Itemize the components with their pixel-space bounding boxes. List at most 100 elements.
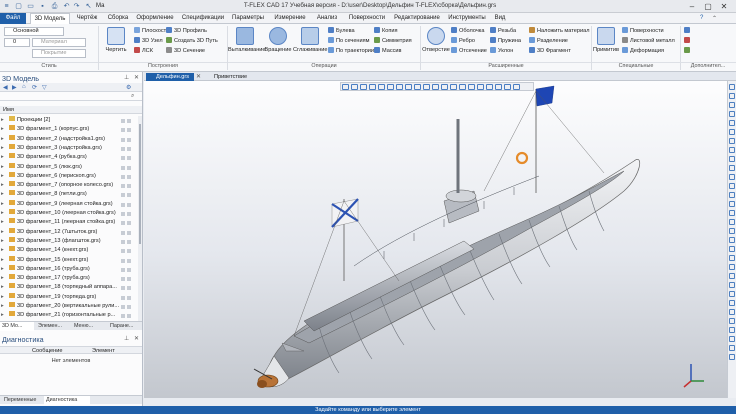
- tab-menu-panel[interactable]: Меню...: [72, 322, 106, 331]
- tree-item[interactable]: ▸ 3D фрагмент_2 (надстройка1.grs): [1, 134, 137, 143]
- view-icon[interactable]: [342, 84, 349, 90]
- view-icon[interactable]: [432, 84, 439, 90]
- view-icon[interactable]: [495, 84, 502, 90]
- new-file-icon[interactable]: ▢: [14, 2, 23, 11]
- tab-measure[interactable]: Измерение: [271, 13, 309, 24]
- visibility-icon[interactable]: [121, 174, 135, 179]
- cover-combo[interactable]: Покрытие: [32, 49, 86, 58]
- tree-item[interactable]: ▸ 3D фрагмент_16 (труба.grs): [1, 264, 137, 273]
- tab-diagnostics[interactable]: Диагностика: [44, 396, 90, 405]
- home-icon[interactable]: ⌂: [22, 84, 26, 90]
- tree-item[interactable]: ▸ 3D фрагмент_8 (петли.grs): [1, 190, 137, 198]
- tab-file[interactable]: Файл: [0, 13, 26, 24]
- tab-editing[interactable]: Редактирование: [392, 13, 442, 24]
- copy-button[interactable]: Копия: [374, 27, 398, 35]
- visibility-icon[interactable]: [121, 258, 135, 263]
- path3d-button[interactable]: Создать 3D Путь: [166, 37, 218, 45]
- tab-elements-panel[interactable]: Элемен...: [36, 322, 70, 331]
- sheet-metal-button[interactable]: Листовой металл: [622, 37, 675, 45]
- visibility-icon[interactable]: [121, 183, 135, 189]
- view-icon[interactable]: [405, 84, 412, 90]
- search-icon[interactable]: ⌕: [131, 93, 134, 100]
- minimize-icon[interactable]: –: [686, 1, 698, 12]
- tree-item[interactable]: ▸ 3D фрагмент_9 (леерная стойка.grs): [1, 199, 137, 208]
- view-icon[interactable]: [396, 84, 403, 90]
- primitives-button[interactable]: Примитив: [592, 27, 620, 54]
- expand-icon[interactable]: ▸: [1, 237, 5, 245]
- tool-icon[interactable]: [729, 327, 735, 333]
- visibility-icon[interactable]: [121, 220, 135, 226]
- draw-button[interactable]: Чертить: [100, 27, 132, 54]
- tool-icon[interactable]: [729, 192, 735, 198]
- tab-drawing[interactable]: Чертёж: [73, 13, 101, 24]
- tree-item[interactable]: ▸ 3D фрагмент_20 (вертикальные рули...: [1, 302, 137, 310]
- by-path-button[interactable]: По траектории: [328, 47, 374, 55]
- tree-item[interactable]: ▸ 3D фрагмент_21 (горизонтальные р...: [1, 311, 137, 319]
- tab-analysis[interactable]: Анализ: [312, 13, 342, 24]
- rotate-button[interactable]: Вращение: [264, 27, 292, 54]
- view-icon[interactable]: [360, 84, 367, 90]
- tool-icon[interactable]: [729, 300, 735, 306]
- view-icon[interactable]: [459, 84, 466, 90]
- boolean-button[interactable]: Булева: [328, 27, 355, 35]
- expand-icon[interactable]: ▸: [1, 163, 5, 171]
- tree-item[interactable]: ▸ Проекции [2]: [1, 116, 137, 124]
- expand-icon[interactable]: ▸: [1, 135, 5, 143]
- visibility-icon[interactable]: [121, 211, 135, 216]
- expand-icon[interactable]: ▸: [1, 209, 5, 217]
- visibility-icon[interactable]: [121, 118, 135, 123]
- tree-item[interactable]: ▸ 3D фрагмент_12 (7штыток.grs): [1, 227, 137, 236]
- close-icon[interactable]: ✕: [718, 1, 730, 12]
- rib-button[interactable]: Ребро: [451, 37, 475, 45]
- forward-icon[interactable]: ▶: [12, 84, 17, 91]
- back-icon[interactable]: ◀: [3, 84, 8, 91]
- 3d-viewport[interactable]: [144, 81, 736, 398]
- slope-button[interactable]: Уклон: [490, 47, 513, 55]
- expand-icon[interactable]: ▸: [1, 283, 5, 291]
- tool-icon[interactable]: [729, 273, 735, 279]
- tree-item[interactable]: ▸ 3D фрагмент_3 (надстройка.grs): [1, 143, 137, 152]
- filter-icon[interactable]: ▽: [42, 84, 47, 91]
- view-icon[interactable]: [486, 84, 493, 90]
- expand-icon[interactable]: ▸: [1, 144, 5, 152]
- tool-icon[interactable]: [729, 120, 735, 126]
- doc-tab-delfin[interactable]: Дельфин.grs: [146, 73, 194, 81]
- tree-item[interactable]: ▸ 3D фрагмент_10 (леерная стойка.grs): [1, 209, 137, 217]
- visibility-icon[interactable]: [121, 285, 135, 291]
- pin-icon[interactable]: ⊥: [124, 74, 129, 81]
- tool-icon[interactable]: [729, 354, 735, 360]
- tool-icon[interactable]: [729, 246, 735, 252]
- tree-item[interactable]: ▸ 3D фрагмент_18 (торпедный аппара...: [1, 283, 137, 291]
- expand-icon[interactable]: ▸: [1, 302, 5, 310]
- thread-button[interactable]: Резьба: [490, 27, 516, 35]
- tree-scrollbar[interactable]: [138, 116, 142, 322]
- by-sections-button[interactable]: По сечениям: [328, 37, 370, 45]
- visibility-icon[interactable]: [121, 165, 135, 170]
- visibility-icon[interactable]: [121, 127, 135, 133]
- apply-material-button[interactable]: Наложить материал: [529, 27, 589, 35]
- tool-icon[interactable]: [729, 219, 735, 225]
- expand-icon[interactable]: ▸: [1, 153, 5, 161]
- visibility-icon[interactable]: [121, 239, 135, 244]
- settings-icon[interactable]: ⚙: [126, 84, 131, 91]
- tool-icon[interactable]: [729, 138, 735, 144]
- lsk-button[interactable]: ЛСК: [134, 47, 153, 55]
- extra-button-1[interactable]: [684, 27, 692, 35]
- visibility-icon[interactable]: [121, 155, 135, 161]
- tool-icon[interactable]: [729, 147, 735, 153]
- split-button[interactable]: Разделение: [529, 37, 568, 45]
- expand-icon[interactable]: ▸: [1, 116, 5, 124]
- fragment3d-button[interactable]: 3D Фрагмент: [529, 47, 571, 55]
- doc-tab-close-icon[interactable]: ✕: [196, 73, 201, 80]
- tab-view[interactable]: Вид: [491, 13, 509, 24]
- doc-tab-welcome[interactable]: Приветствие: [204, 73, 254, 81]
- expand-icon[interactable]: ▸: [1, 218, 5, 226]
- expand-icon[interactable]: ▸: [1, 181, 5, 189]
- tool-icon[interactable]: [729, 210, 735, 216]
- tab-specifications[interactable]: Спецификации: [180, 13, 226, 24]
- tab-surfaces[interactable]: Поверхности: [346, 13, 388, 24]
- tab-params-panel[interactable]: Паране...: [108, 322, 142, 331]
- visibility-icon[interactable]: [121, 248, 135, 254]
- tool-icon[interactable]: [729, 336, 735, 342]
- tool-icon[interactable]: [729, 291, 735, 297]
